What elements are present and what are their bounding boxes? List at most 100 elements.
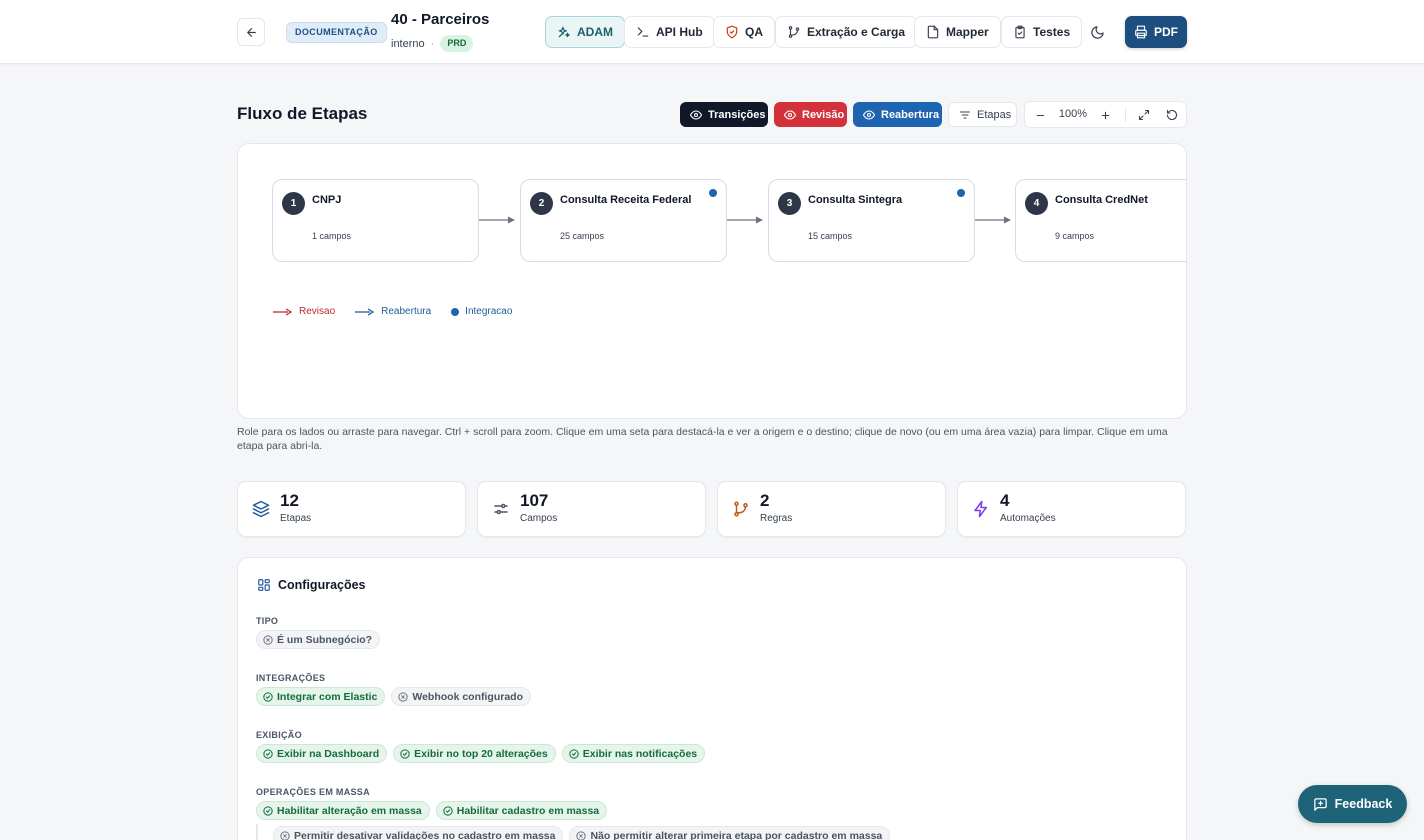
eye-icon xyxy=(690,109,702,121)
stage-field-count: 15 campos xyxy=(808,231,853,241)
blue-arrow-icon xyxy=(355,307,375,316)
zoom-out-button[interactable] xyxy=(1032,107,1048,123)
transition-arrow[interactable] xyxy=(479,215,519,225)
nav-qa-button[interactable]: QA xyxy=(713,16,775,48)
stage-card[interactable]: 2 Consulta Receita Federal 25 campos xyxy=(520,179,727,262)
config-chip: Não permitir alterar primeira etapa por … xyxy=(569,826,891,840)
config-chip: É um Subnegócio? xyxy=(256,630,381,649)
nav-adam-button[interactable]: ADAM xyxy=(545,16,625,48)
config-header: Configurações xyxy=(257,578,366,592)
stat-value: 4 xyxy=(1000,491,1010,510)
zap-icon xyxy=(971,499,991,519)
config-chip-label: Exibir na Dashboard xyxy=(277,747,380,760)
fullscreen-button[interactable] xyxy=(1136,107,1152,123)
nav-mapper-label: Mapper xyxy=(946,25,989,39)
config-chip: Exibir na Dashboard xyxy=(256,744,388,763)
environment-badge: PRD xyxy=(440,35,474,52)
stage-card[interactable]: 4 Consulta CredNet 9 campos xyxy=(1015,179,1186,262)
group-label-tipo: TIPO xyxy=(256,616,279,626)
config-chip: Habilitar alteração em massa xyxy=(256,801,430,820)
config-chip-label: Integrar com Elastic xyxy=(277,690,378,703)
chips-tipo: É um Subnegócio? xyxy=(256,630,381,649)
chips-massa-sub: Permitir desativar validações no cadastr… xyxy=(256,824,891,840)
stage-field-count: 25 campos xyxy=(560,231,605,241)
nav-api-hub-label: API Hub xyxy=(656,25,703,39)
group-label-massa: OPERAÇÕES EM MASSA xyxy=(256,787,370,797)
config-chip: Webhook configurado xyxy=(391,687,532,706)
stat-value: 2 xyxy=(760,491,770,510)
file-icon xyxy=(926,25,940,39)
config-chip-label: Exibir nas notificações xyxy=(582,747,698,760)
stage-name: CNPJ xyxy=(312,194,342,206)
nav-mapper-button[interactable]: Mapper xyxy=(914,16,1001,48)
check-circle-icon xyxy=(263,691,273,702)
check-circle-icon xyxy=(400,748,410,759)
transitions-toggle[interactable]: Transições xyxy=(680,102,768,127)
arrow-left-icon xyxy=(245,26,258,39)
config-panel: Configurações TIPO É um Subnegócio? INTE… xyxy=(237,557,1187,840)
revision-toggle[interactable]: Revisão xyxy=(774,102,847,127)
stage-number: 4 xyxy=(1025,192,1048,215)
nav-testes-label: Testes xyxy=(1033,25,1071,39)
sparkle-icon xyxy=(557,25,571,39)
stage-name: Consulta Receita Federal xyxy=(560,194,692,206)
stage-number: 2 xyxy=(530,192,553,215)
group-label-exibicao: EXIBIÇÃO xyxy=(256,730,302,740)
config-title: Configurações xyxy=(278,578,366,592)
config-chip: Integrar com Elastic xyxy=(256,687,386,706)
flow-canvas[interactable]: 1 CNPJ 1 campos 2 Consulta Receita Feder… xyxy=(237,143,1187,419)
feedback-button[interactable]: Feedback xyxy=(1298,785,1407,823)
integration-indicator xyxy=(957,189,965,197)
back-button[interactable] xyxy=(237,18,265,46)
config-chip-label: É um Subnegócio? xyxy=(277,633,373,646)
nav-extracao-carga-button[interactable]: Extração e Carga xyxy=(775,16,918,48)
theme-toggle-button[interactable] xyxy=(1085,20,1109,44)
revision-label: Revisão xyxy=(802,108,845,121)
pdf-button[interactable]: PDF xyxy=(1125,16,1187,48)
stage-number: 1 xyxy=(282,192,305,215)
nav-adam-label: ADAM xyxy=(577,25,613,39)
legend-integration: Integracao xyxy=(451,306,512,317)
stage-card[interactable]: 1 CNPJ 1 campos xyxy=(272,179,479,262)
dot-icon xyxy=(451,307,460,316)
nav-api-hub-button[interactable]: API Hub xyxy=(624,16,715,48)
zoom-controls: 100% xyxy=(1024,101,1187,128)
nav-qa-label: QA xyxy=(745,25,763,39)
reopening-toggle[interactable]: Reabertura xyxy=(853,102,942,127)
legend-revision-label: Revisao xyxy=(299,306,336,317)
zoom-in-button[interactable] xyxy=(1097,107,1113,123)
stat-value: 12 xyxy=(280,491,299,510)
config-chip-label: Exibir no top 20 alterações xyxy=(414,747,548,760)
eye-icon xyxy=(784,109,796,121)
config-chip-label: Permitir desativar validações no cadastr… xyxy=(294,829,556,840)
config-chip-label: Habilitar alteração em massa xyxy=(277,804,422,817)
plus-icon xyxy=(1101,111,1109,119)
config-chip-label: Não permitir alterar primeira etapa por … xyxy=(590,829,883,840)
x-circle-icon xyxy=(576,830,587,840)
terminal-icon xyxy=(636,25,650,39)
flow-section-title: Fluxo de Etapas xyxy=(237,104,368,123)
stat-card-etapas: 12 Etapas xyxy=(237,481,466,537)
transition-arrow[interactable] xyxy=(727,215,767,225)
red-arrow-icon xyxy=(273,307,293,316)
stat-card-automacoes: 4 Automações xyxy=(957,481,1186,537)
process-title: 40 - Parceiros xyxy=(391,11,490,28)
filter-icon xyxy=(959,109,971,121)
layout-grid-icon xyxy=(257,578,271,592)
stages-filter-button[interactable]: Etapas xyxy=(948,102,1017,127)
nav-testes-button[interactable]: Testes xyxy=(1001,16,1083,48)
stages-filter-label: Etapas xyxy=(977,108,1012,121)
separator-dot: · xyxy=(430,37,435,50)
reset-view-button[interactable] xyxy=(1164,107,1180,123)
stat-label: Campos xyxy=(520,513,558,524)
transition-arrow[interactable] xyxy=(975,215,1015,225)
divider xyxy=(1125,108,1126,122)
top-bar: DOCUMENTAÇÃO 40 - Parceiros interno · PR… xyxy=(0,0,1424,64)
stat-card-campos: 107 Campos xyxy=(477,481,706,537)
documentation-badge: DOCUMENTAÇÃO xyxy=(286,22,387,43)
config-chip-label: Habilitar cadastro em massa xyxy=(456,804,600,817)
sliders-icon xyxy=(491,499,511,519)
stage-card[interactable]: 3 Consulta Sintegra 15 campos xyxy=(768,179,975,262)
x-circle-icon xyxy=(263,634,273,645)
pdf-label: PDF xyxy=(1154,25,1178,39)
